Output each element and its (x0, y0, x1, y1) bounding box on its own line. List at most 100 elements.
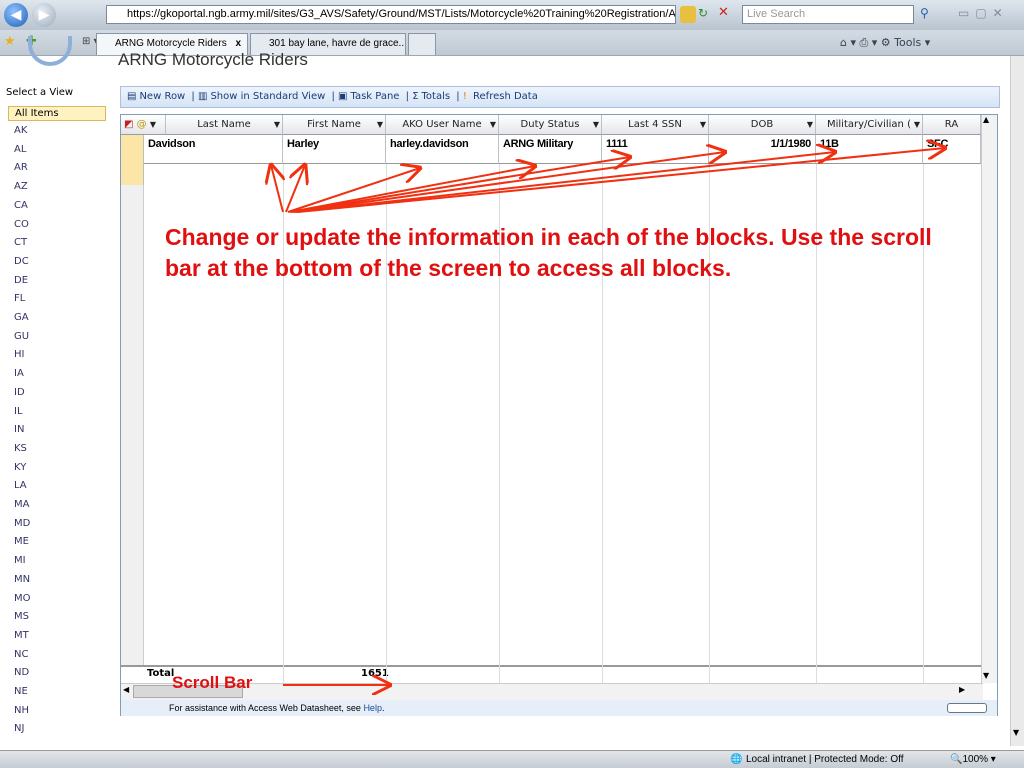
grid-cell[interactable]: Harley (283, 135, 386, 164)
scroll-right-icon[interactable]: ▶ (959, 685, 965, 694)
sidebar-item-mo[interactable]: MO (0, 593, 112, 604)
scroll-down-icon[interactable]: ▼ (1013, 728, 1019, 737)
new-row-button[interactable]: New Row (139, 91, 185, 102)
standard-view-button[interactable]: Show in Standard View (210, 91, 325, 102)
grid-cell[interactable]: 11B (816, 135, 923, 164)
sidebar-item-ct[interactable]: CT (0, 237, 112, 248)
forward-button[interactable]: ▶ (32, 3, 56, 27)
grid-cell[interactable]: 1111 (602, 135, 709, 164)
home-icon[interactable]: ⌂ ▾ ⎙ ▾ ⚙ Tools ▾ (840, 36, 930, 50)
sidebar-item-ia[interactable]: IA (0, 368, 112, 379)
new-tab-button[interactable] (408, 33, 436, 55)
sidebar-item-gu[interactable]: GU (0, 331, 112, 342)
filter-dropdown-icon[interactable]: ▼ (377, 115, 383, 134)
column-header[interactable]: Last 4 SSN ▼ (602, 115, 709, 135)
sidebar-item-il[interactable]: IL (0, 406, 112, 417)
sidebar-item-in[interactable]: IN (0, 424, 112, 435)
sidebar-item-al[interactable]: AL (0, 144, 112, 155)
total-value: 1651 (361, 668, 389, 679)
column-header[interactable]: RA (923, 115, 981, 135)
sidebar-item-ks[interactable]: KS (0, 443, 112, 454)
grid-cell[interactable]: 1/1/1980 (709, 135, 816, 164)
row-selector[interactable] (121, 135, 144, 185)
column-header-label: First Name (307, 119, 361, 130)
total-label: Total (147, 668, 175, 679)
filter-dropdown-icon[interactable]: ▼ (274, 115, 280, 134)
site-logo (28, 36, 72, 66)
sidebar-item-ms[interactable]: MS (0, 611, 112, 622)
sidebar-item-az[interactable]: AZ (0, 181, 112, 192)
column-header[interactable]: DOB ▼ (709, 115, 816, 135)
lock-icon[interactable] (680, 6, 696, 23)
page-scrollbar[interactable]: ▼ (1010, 56, 1024, 746)
refresh-data-button[interactable]: Refresh Data (473, 91, 538, 102)
filter-dropdown-icon[interactable]: ▼ (593, 115, 599, 134)
grid-cell[interactable]: ARNG Military (499, 135, 602, 164)
sidebar-item-nh[interactable]: NH (0, 705, 112, 716)
status-bar: 🌐 Local intranet | Protected Mode: Off 🔍… (0, 750, 1024, 768)
sidebar-item-la[interactable]: LA (0, 480, 112, 491)
sidebar-item-hi[interactable]: HI (0, 349, 112, 360)
sidebar-item-mn[interactable]: MN (0, 574, 112, 585)
sidebar-item-me[interactable]: ME (0, 536, 112, 547)
sidebar-item-nc[interactable]: NC (0, 649, 112, 660)
refresh-icon[interactable]: ↻ (698, 6, 708, 20)
browser-address-bar: ◀ ▶ https://gkoportal.ngb.army.mil/sites… (0, 0, 1024, 30)
resize-handle[interactable] (947, 703, 987, 713)
access-icon: ◩ (124, 119, 134, 130)
vertical-scrollbar[interactable]: ▲ ▼ (981, 115, 997, 683)
column-header[interactable]: Duty Status ▼ (499, 115, 602, 135)
refresh-data-icon: ! (462, 91, 467, 102)
filter-dropdown-icon[interactable]: ▼ (700, 115, 706, 134)
sidebar-item-ak[interactable]: AK (0, 125, 112, 136)
sidebar-item-de[interactable]: DE (0, 275, 112, 286)
totals-icon: Σ (412, 91, 419, 102)
task-pane-button[interactable]: Task Pane (350, 91, 399, 102)
sidebar-item-ma[interactable]: MA (0, 499, 112, 510)
help-link[interactable]: Help (363, 703, 382, 713)
column-header[interactable]: AKO User Name ▼ (386, 115, 499, 135)
intranet-icon: 🌐 (730, 754, 743, 765)
sidebar-item-dc[interactable]: DC (0, 256, 112, 267)
sidebar-item-ne[interactable]: NE (0, 686, 112, 697)
sidebar-item-fl[interactable]: FL (0, 293, 112, 304)
scroll-down-icon[interactable]: ▼ (983, 671, 989, 680)
sidebar-item-ar[interactable]: AR (0, 162, 112, 173)
grid-cell[interactable]: Davidson (144, 135, 283, 164)
filter-dropdown-icon[interactable]: ▼ (490, 115, 496, 134)
scroll-up-icon[interactable]: ▲ (983, 115, 989, 124)
column-header[interactable]: First Name ▼ (283, 115, 386, 135)
grid-cell[interactable]: harley.davidson (386, 135, 499, 164)
url-input[interactable]: https://gkoportal.ngb.army.mil/sites/G3_… (106, 5, 676, 24)
window-controls[interactable]: ▭▢✕ (958, 6, 1009, 20)
search-icon[interactable]: ⚲ (920, 6, 929, 20)
sidebar-item-ca[interactable]: CA (0, 200, 112, 211)
sidebar-item-md[interactable]: MD (0, 518, 112, 529)
zoom-level[interactable]: 🔍100% ▾ (950, 751, 996, 768)
filter-dropdown-icon[interactable]: ▼ (807, 115, 813, 134)
totals-button[interactable]: Totals (422, 91, 451, 102)
sidebar-item-ga[interactable]: GA (0, 312, 112, 323)
sidebar-item-mt[interactable]: MT (0, 630, 112, 641)
back-button[interactable]: ◀ (4, 3, 28, 27)
sidebar-item-id[interactable]: ID (0, 387, 112, 398)
scroll-left-icon[interactable]: ◀ (123, 685, 129, 694)
sidebar-item-nd[interactable]: ND (0, 667, 112, 678)
favorites-star-icon[interactable]: ★ (4, 34, 16, 49)
search-input[interactable]: Live Search (742, 5, 914, 24)
grid-cell[interactable]: SFC (923, 135, 981, 164)
view-all-items[interactable]: All Items (8, 106, 106, 121)
sidebar-item-co[interactable]: CO (0, 219, 112, 230)
column-header[interactable]: Military/Civilian (▼ (816, 115, 923, 135)
select-all-header[interactable]: ◩ @ ▼ (121, 115, 166, 135)
column-header[interactable]: Last Name ▼ (166, 115, 283, 135)
column-header-label: Duty Status (520, 119, 580, 130)
filter-dropdown-icon[interactable]: ▼ (914, 115, 920, 134)
standard-view-icon: ▥ (197, 91, 208, 102)
scroll-bar-annotation: Scroll Bar (172, 673, 253, 692)
column-header-label: Military/Civilian ( (827, 119, 911, 130)
stop-icon[interactable]: ✕ (718, 5, 729, 20)
sidebar-item-nj[interactable]: NJ (0, 723, 112, 734)
sidebar-item-mi[interactable]: MI (0, 555, 112, 566)
sidebar-item-ky[interactable]: KY (0, 462, 112, 473)
